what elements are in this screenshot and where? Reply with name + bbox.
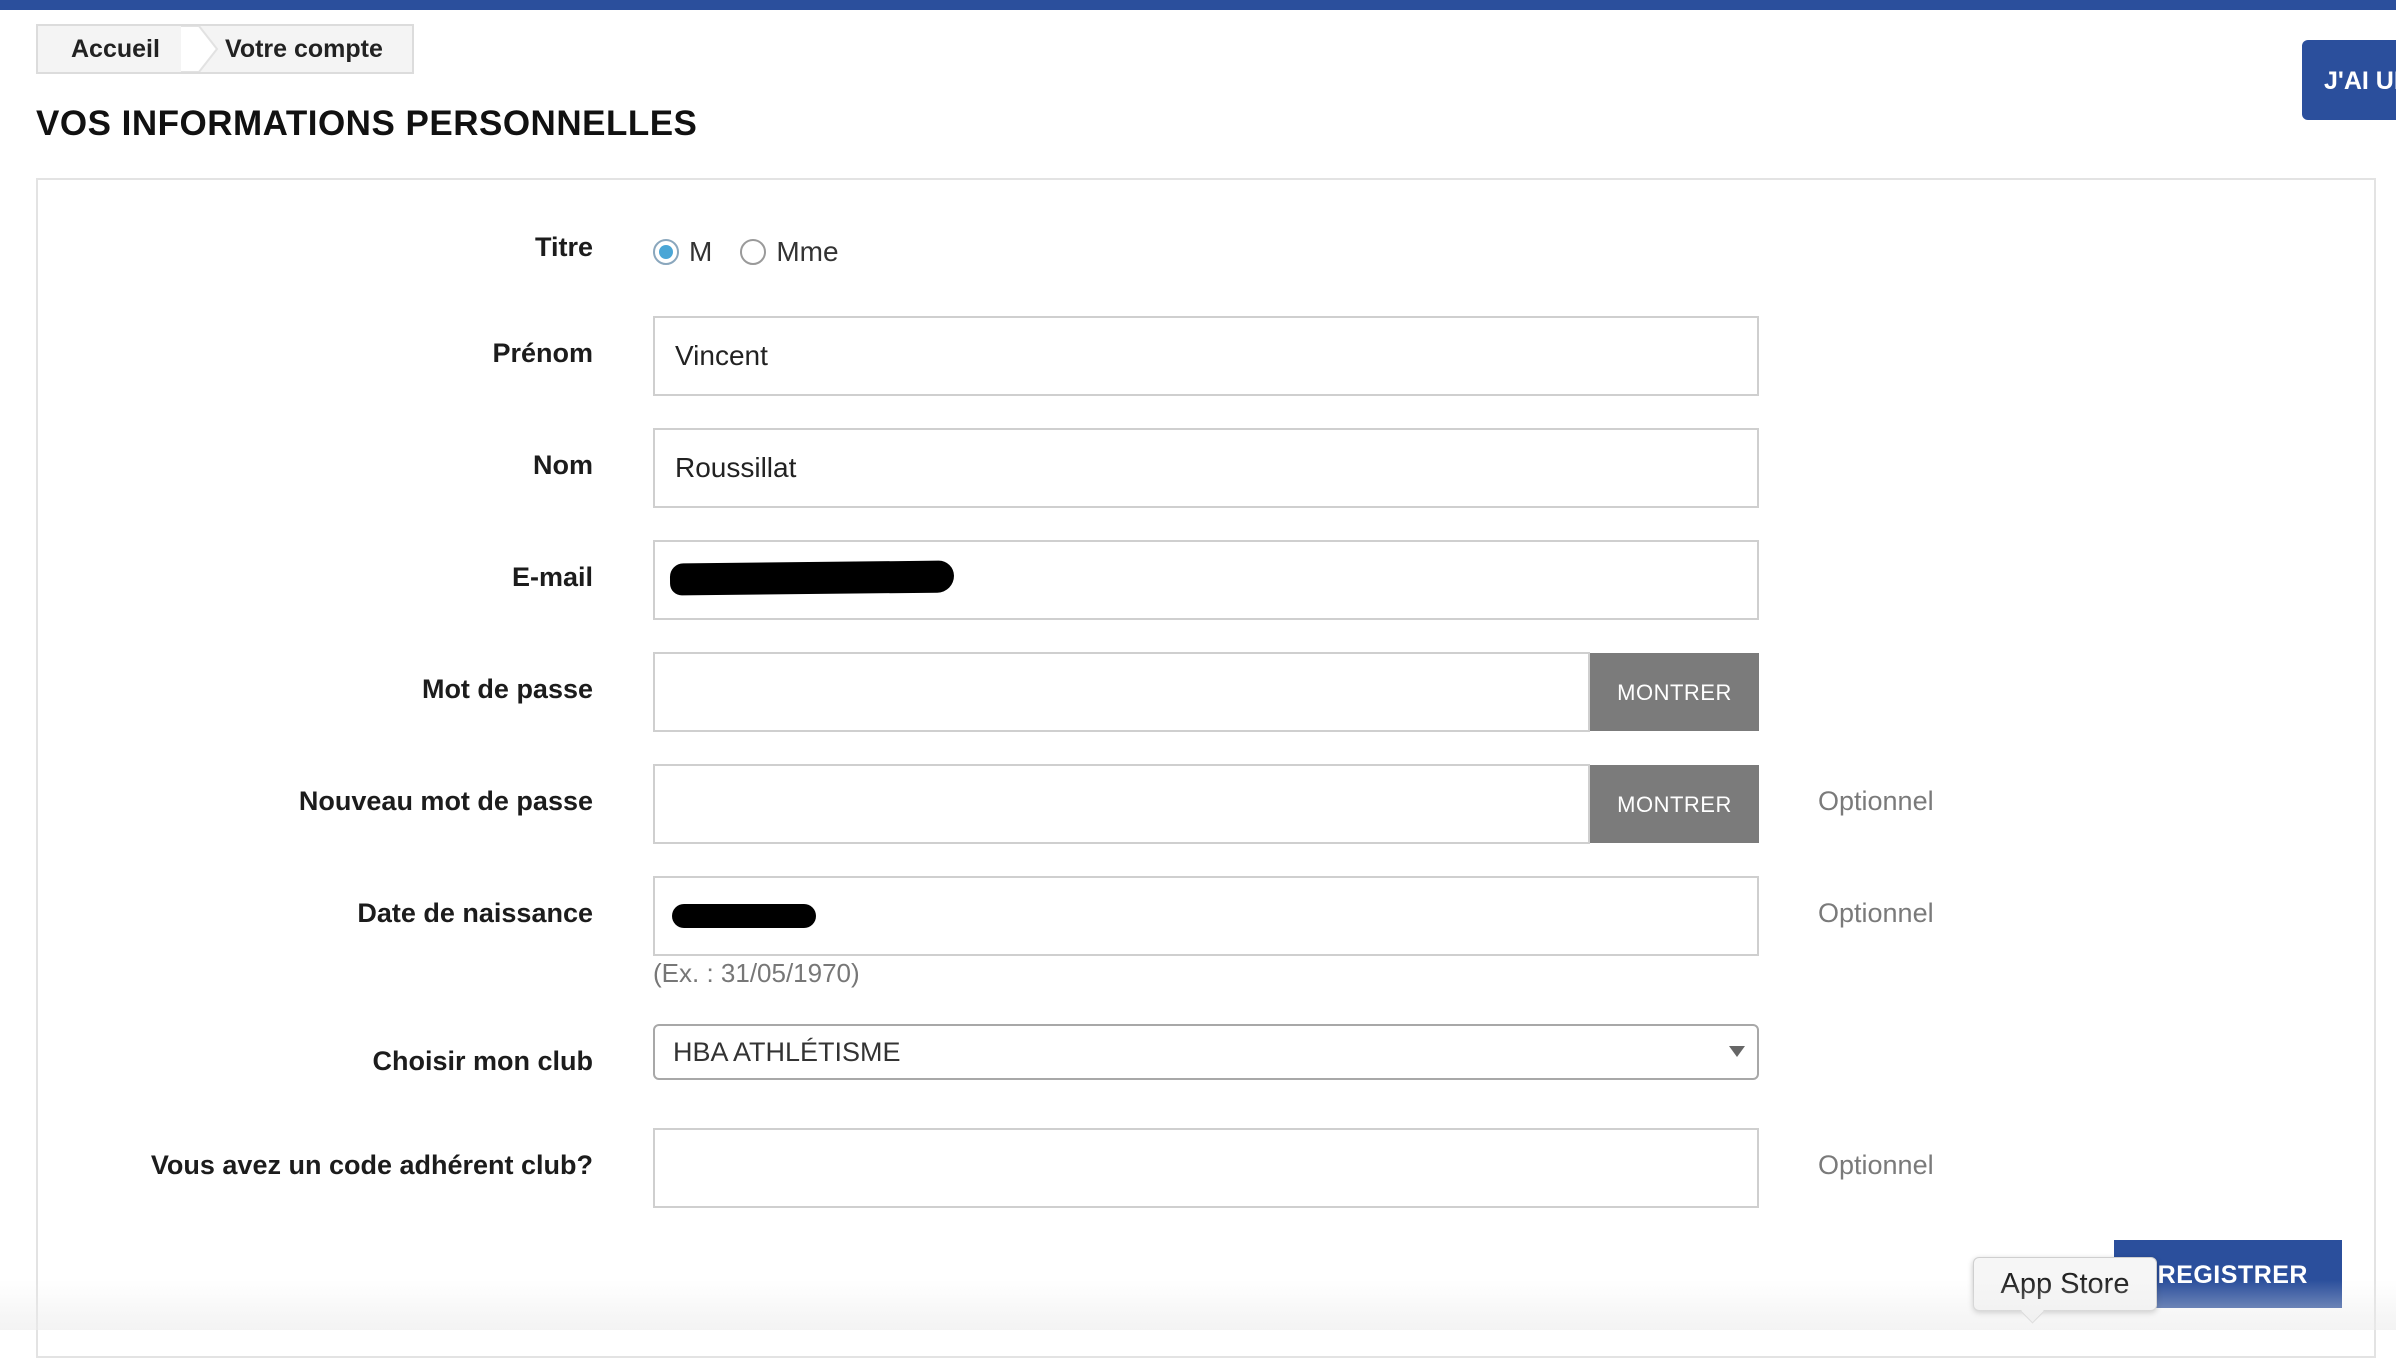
label-club: Choisir mon club [372, 1046, 593, 1076]
new-password-input[interactable] [653, 764, 1590, 844]
prenom-input[interactable] [653, 316, 1759, 396]
label-member-code: Vous avez un code adhérent club? [150, 1150, 593, 1180]
breadcrumb-current[interactable]: Votre compte [221, 35, 383, 64]
chevron-down-icon [1729, 1046, 1745, 1057]
radio-m-label: M [689, 236, 713, 267]
redaction-mark [672, 904, 816, 928]
top-accent-bar [0, 0, 2396, 10]
radio-unchecked-icon[interactable] [740, 239, 767, 265]
top-right-button[interactable]: J'AI UN [2302, 40, 2396, 120]
birthdate-input[interactable] [653, 876, 1759, 956]
label-password: Mot de passe [421, 674, 593, 704]
club-select[interactable]: HBA ATHLÉTISME [653, 1024, 1759, 1080]
radio-mme[interactable]: Mme [740, 236, 839, 268]
page-title: VOS INFORMATIONS PERSONNELLES [36, 104, 698, 143]
radio-mme-label: Mme [776, 236, 839, 267]
label-titre: Titre [534, 232, 593, 262]
redaction-mark [669, 560, 955, 596]
breadcrumb-separator-icon [181, 26, 221, 72]
birthdate-hint: (Ex. : 31/05/1970) [653, 958, 860, 988]
label-prenom: Prénom [492, 338, 593, 368]
nom-input[interactable] [653, 428, 1759, 508]
show-password-button[interactable]: MONTRER [1590, 653, 1759, 731]
label-nom: Nom [533, 450, 593, 480]
radio-m[interactable]: M [653, 236, 712, 268]
club-selected-value: HBA ATHLÉTISME [673, 1036, 901, 1067]
app-store-tooltip: App Store [1973, 1257, 2157, 1311]
label-new-password: Nouveau mot de passe [298, 786, 593, 816]
breadcrumb-home-link[interactable]: Accueil [38, 35, 181, 64]
label-birthdate: Date de naissance [357, 898, 593, 928]
breadcrumb: Accueil Votre compte [36, 24, 414, 74]
optional-new-password: Optionnel [1818, 786, 1934, 816]
member-code-input[interactable] [653, 1128, 1759, 1208]
radio-checked-icon[interactable] [653, 239, 679, 265]
show-new-password-button[interactable]: MONTRER [1590, 765, 1759, 843]
titre-radio-group: M Mme [653, 232, 867, 272]
label-email: E-mail [511, 562, 593, 592]
password-input[interactable] [653, 652, 1590, 732]
optional-member-code: Optionnel [1818, 1150, 1934, 1180]
optional-birthdate: Optionnel [1818, 898, 1934, 928]
